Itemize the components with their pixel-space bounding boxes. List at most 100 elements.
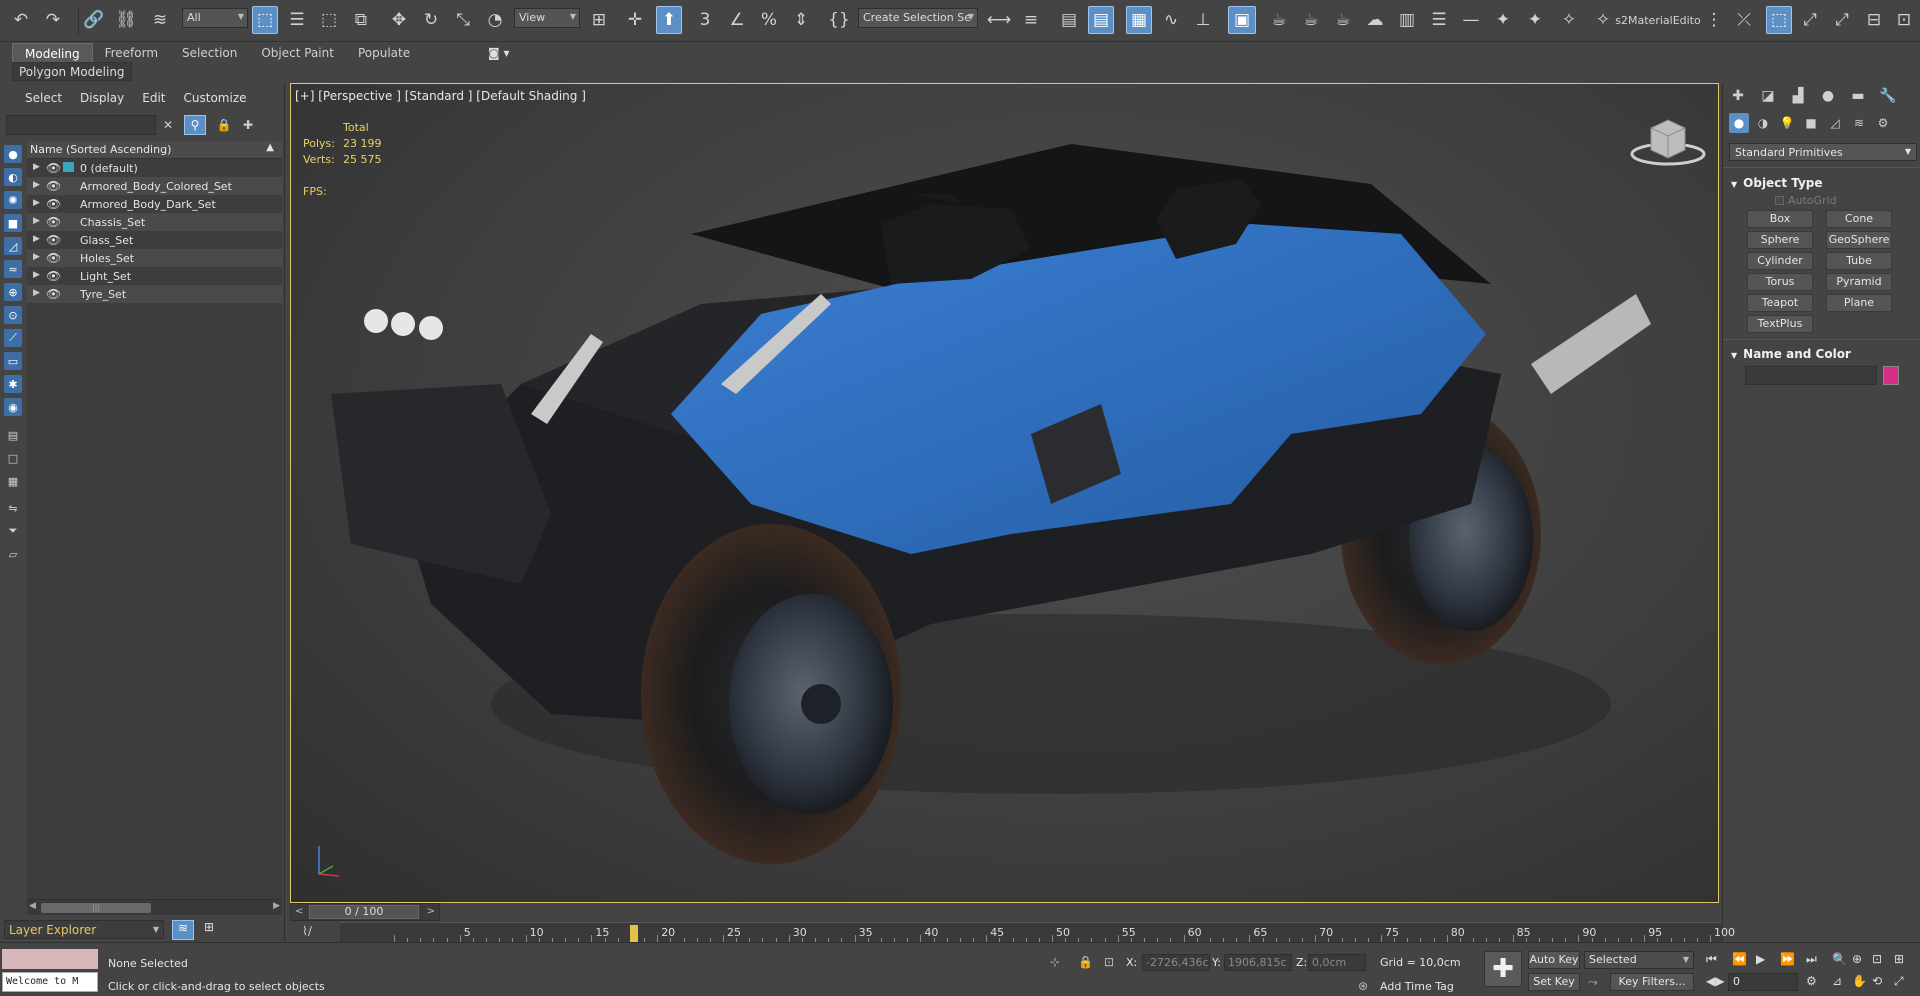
list-item[interactable]: ▶ 👁 Light_Set	[27, 267, 282, 285]
link-icon[interactable]: 🔗	[80, 6, 108, 34]
display-groups-icon[interactable]: ⊕	[4, 283, 22, 301]
visibility-eye-icon[interactable]: 👁	[46, 233, 61, 247]
object-color-swatch[interactable]	[1883, 366, 1899, 385]
tool-e-icon[interactable]: ⤫	[1732, 6, 1756, 34]
hierarchy-tab-icon[interactable]: ▟	[1787, 85, 1809, 107]
plane-button[interactable]: Plane	[1826, 294, 1892, 312]
maximize-viewport-icon[interactable]: ⤢	[1894, 974, 1904, 989]
create-tab-icon[interactable]: ✚	[1727, 85, 1749, 107]
spinner-snap-icon[interactable]: ⇕	[788, 6, 814, 34]
pan-icon[interactable]: ✋	[1852, 974, 1867, 988]
select-by-name-icon[interactable]: ☰	[284, 6, 310, 34]
absolute-mode-icon[interactable]: ⊡	[1104, 955, 1114, 969]
zoom-extents-icon[interactable]: ⊡	[1872, 952, 1882, 966]
expand-icon[interactable]: ▶	[33, 162, 40, 172]
display-lights-icon[interactable]: ✺	[4, 191, 22, 209]
name-and-color-rollout[interactable]: ▼ Name and Color	[1731, 347, 1851, 361]
play-icon[interactable]: ▶	[1756, 952, 1765, 966]
render-frame-icon[interactable]: ☕	[1298, 6, 1324, 34]
tool-g-icon[interactable]: ⤢	[1798, 6, 1822, 34]
add-layer-icon[interactable]: ✚	[240, 117, 256, 133]
percent-snap-icon[interactable]: %	[756, 6, 782, 34]
display-cameras-icon[interactable]: ■	[4, 214, 22, 232]
maxscript-listener-output[interactable]	[2, 949, 98, 969]
tab-populate[interactable]: Populate	[346, 43, 422, 63]
angle-snap-icon[interactable]: ∠	[724, 6, 750, 34]
geometry-icon[interactable]: ●	[1729, 113, 1749, 133]
placement-icon[interactable]: ◔	[482, 6, 508, 34]
ribbon-options-icon[interactable]: ◙ ▾	[488, 46, 509, 60]
motion-tab-icon[interactable]: ●	[1817, 85, 1839, 107]
tube-button[interactable]: Tube	[1826, 252, 1892, 270]
zoom-extents-all-icon[interactable]: ⊞	[1894, 952, 1904, 966]
tool-b-icon[interactable]: ✦	[1522, 6, 1548, 34]
move-icon[interactable]: ✥	[386, 6, 412, 34]
display-tab-icon[interactable]: ▬	[1847, 85, 1869, 107]
expand-icon[interactable]: ▶	[33, 198, 40, 208]
go-to-end-icon[interactable]: ⏭	[1806, 952, 1817, 967]
scrollbar-thumb[interactable]: |||	[41, 903, 151, 913]
go-to-start-icon[interactable]: ⏮	[1706, 952, 1717, 967]
display-all-icon[interactable]: ▤	[4, 426, 22, 444]
tool-j-icon[interactable]: ⊡	[1892, 6, 1916, 34]
spacewarps-icon[interactable]: ≋	[1849, 113, 1869, 133]
key-tangent-icon[interactable]: ⤳	[1588, 975, 1598, 990]
display-hidden-icon[interactable]: ◉	[4, 398, 22, 416]
display-invert-icon[interactable]: ▦	[4, 472, 22, 490]
systems-icon[interactable]: ⚙	[1873, 113, 1893, 133]
previous-frame-icon[interactable]: ⏪	[1732, 952, 1747, 966]
ribbon-panel-polygon-modeling[interactable]: Polygon Modeling	[12, 62, 132, 81]
menu-select[interactable]: Select	[16, 91, 71, 105]
expand-icon[interactable]: ▶	[33, 270, 40, 280]
cameras-icon[interactable]: ■	[1801, 113, 1821, 133]
align-icon[interactable]: ≡	[1018, 6, 1044, 34]
viewport-label[interactable]: [+] [Perspective ] [Standard ] [Default …	[295, 89, 586, 103]
set-key-button[interactable]: Set Key	[1528, 973, 1580, 991]
list-item[interactable]: ▶ 👁 Tyre_Set	[27, 285, 282, 303]
rotate-icon[interactable]: ↻	[418, 6, 444, 34]
display-spacewarps-icon[interactable]: ≈	[4, 260, 22, 278]
geosphere-button[interactable]: GeoSphere	[1826, 231, 1892, 249]
list-item[interactable]: ▶ 👁 Chassis_Set	[27, 213, 282, 231]
autogrid-checkbox[interactable]: AutoGrid	[1775, 194, 1837, 207]
add-time-tag-button[interactable]: Add Time Tag	[1380, 980, 1454, 993]
torus-button[interactable]: Torus	[1747, 273, 1813, 291]
list-item[interactable]: ▶ 👁 Glass_Set	[27, 231, 282, 249]
display-bones-icon[interactable]: ⟋	[4, 329, 22, 347]
explorer-type-dropdown[interactable]: Layer Explorer ▼	[4, 920, 164, 939]
curve-editor-icon[interactable]: ∿	[1158, 6, 1184, 34]
menu-customize[interactable]: Customize	[175, 91, 256, 105]
timeline-track[interactable]: 5 10 15 20 25 30 35 40 45 50 55 60 65 70 75 80 85 90 95 100	[340, 922, 1735, 942]
menu-edit[interactable]: Edit	[133, 91, 174, 105]
zoom-icon[interactable]: 🔍	[1832, 952, 1847, 966]
viewcube-icon[interactable]	[1629, 114, 1707, 170]
snaps-toggle-icon[interactable]: 3	[692, 6, 718, 34]
maxscript-listener-input[interactable]: Welcome to M	[2, 972, 98, 992]
modify-tab-icon[interactable]: ◪	[1757, 85, 1779, 107]
box-button[interactable]: Box	[1747, 210, 1813, 228]
teapot-button[interactable]: Teapot	[1747, 294, 1813, 312]
scene-explorer-icon[interactable]: ▤	[1056, 6, 1082, 34]
tool-f-icon[interactable]: ⬚	[1766, 6, 1792, 34]
clear-search-icon[interactable]: ✕	[160, 117, 176, 133]
named-selection-dropdown[interactable]: Create Selection Se ▼	[858, 8, 978, 28]
expand-icon[interactable]: ▶	[33, 180, 40, 190]
display-frozen-icon[interactable]: ✱	[4, 375, 22, 393]
display-helpers-icon[interactable]: ◿	[4, 237, 22, 255]
grid-dots-icon[interactable]: ⋮	[1702, 6, 1726, 34]
visibility-eye-icon[interactable]: 👁	[46, 287, 61, 301]
cone-button[interactable]: Cone	[1826, 210, 1892, 228]
pin-explorer-icon[interactable]: ⊞	[198, 920, 220, 940]
orbit-icon[interactable]: ⟲	[1872, 974, 1882, 988]
keyboard-shortcut-override-icon[interactable]: ⬆	[656, 6, 682, 34]
tool-a-icon[interactable]: ✦	[1490, 6, 1516, 34]
expand-icon[interactable]: ▶	[33, 288, 40, 298]
bind-space-warp-icon[interactable]: ≋	[146, 6, 174, 34]
unlink-icon[interactable]: ⛓	[112, 6, 140, 34]
key-mode-toggle-icon[interactable]: ◀▶	[1706, 974, 1724, 988]
rect-region-icon[interactable]: ⬚	[316, 6, 342, 34]
tab-object-paint[interactable]: Object Paint	[249, 43, 346, 63]
render-setup-icon[interactable]: ☕	[1266, 6, 1292, 34]
explorer-search-input[interactable]	[6, 115, 156, 135]
mirror-icon[interactable]: ⟷	[986, 6, 1012, 34]
